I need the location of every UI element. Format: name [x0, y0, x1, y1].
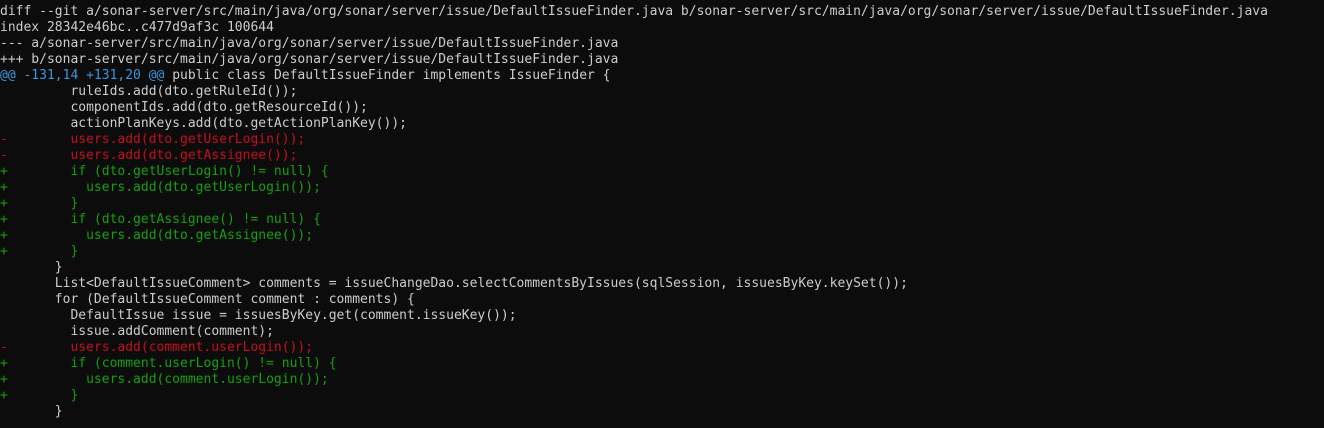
- hunk-range: @@ -131,14 +131,20 @@: [0, 68, 165, 83]
- diff-body: ruleIds.add(dto.getRuleId()); componentI…: [0, 84, 1324, 420]
- diff-line-added: + }: [0, 196, 79, 211]
- diff-line-context: }: [0, 404, 63, 419]
- diff-line-context: ruleIds.add(dto.getRuleId());: [0, 84, 298, 99]
- diff-line-context: componentIds.add(dto.getResourceId());: [0, 100, 368, 115]
- diff-line-context: for (DefaultIssueComment comment : comme…: [0, 292, 415, 307]
- diff-line-added: + if (dto.getUserLogin() != null) {: [0, 164, 329, 179]
- diff-line-added: + if (dto.getAssignee() != null) {: [0, 212, 321, 227]
- diff-line-context: }: [0, 260, 63, 275]
- diff-line-added: + users.add(dto.getUserLogin());: [0, 180, 321, 195]
- terminal-window[interactable]: diff --git a/sonar-server/src/main/java/…: [0, 0, 1324, 428]
- diff-line-context: issue.addComment(comment);: [0, 324, 274, 339]
- diff-line-removed: - users.add(dto.getUserLogin());: [0, 132, 306, 147]
- diff-line-added: + users.add(dto.getAssignee());: [0, 228, 314, 243]
- hunk-context: public class DefaultIssueFinder implemen…: [164, 68, 611, 83]
- diff-line-added: + users.add(comment.userLogin());: [0, 372, 329, 387]
- diff-line-context: actionPlanKeys.add(dto.getActionPlanKey(…: [0, 116, 407, 131]
- diff-line-added: + }: [0, 244, 79, 259]
- new-file-line: +++ b/sonar-server/src/main/java/org/son…: [0, 52, 619, 67]
- diff-line-context: DefaultIssue issue = issuesByKey.get(com…: [0, 308, 517, 323]
- diff-line-added: + }: [0, 388, 79, 403]
- index-line: index 28342e46bc..c477d9af3c 100644: [0, 20, 274, 35]
- old-file-line: --- a/sonar-server/src/main/java/org/son…: [0, 36, 619, 51]
- diff-header-line: diff --git a/sonar-server/src/main/java/…: [0, 4, 1268, 19]
- diff-line-removed: - users.add(comment.userLogin());: [0, 340, 314, 355]
- hunk-header: @@ -131,14 +131,20 @@ public class Defau…: [0, 68, 1324, 84]
- diff-line-added: + if (comment.userLogin() != null) {: [0, 356, 337, 371]
- diff-line-removed: - users.add(dto.getAssignee());: [0, 148, 298, 163]
- diff-line-context: List<DefaultIssueComment> comments = iss…: [0, 276, 908, 291]
